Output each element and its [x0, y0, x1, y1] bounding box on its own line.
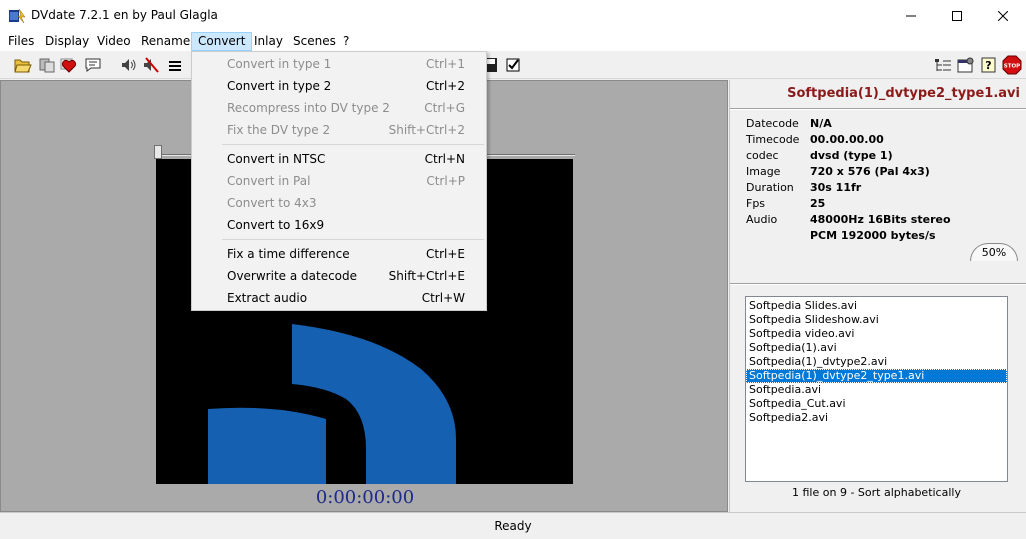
menu-item-convert-type2[interactable]: Convert in type 2 Ctrl+2 — [193, 75, 485, 97]
menu-inlay[interactable]: Inlay — [247, 32, 290, 51]
menu-video[interactable]: Video — [90, 32, 138, 51]
close-icon — [998, 10, 1008, 21]
menu-convert[interactable]: Convert — [191, 32, 253, 51]
maximize-icon — [952, 10, 962, 21]
menu-separator — [222, 144, 484, 145]
tree-view-icon — [935, 59, 951, 71]
file-list-item[interactable]: Softpedia(1)_dvtype2_type1.avi — [746, 369, 1007, 383]
open-button[interactable] — [12, 54, 34, 76]
folder-open-icon — [14, 59, 32, 73]
menu-item-overwrite-datecode[interactable]: Overwrite a datecode Shift+Ctrl+E — [193, 265, 485, 287]
file-list-item[interactable]: Softpedia(1)_dvtype2.avi — [746, 355, 1007, 369]
menu-item-convert-16x9[interactable]: Convert to 16x9 — [193, 214, 485, 236]
convert-menu-dropdown: Convert in type 1 Ctrl+1 Convert in type… — [191, 51, 487, 311]
audio-button[interactable] — [118, 54, 140, 76]
file-list-item[interactable]: Softpedia Slides.avi — [746, 299, 1007, 313]
file-list-status: 1 file on 9 - Sort alphabetically — [792, 486, 961, 499]
favorite-button[interactable] — [58, 54, 80, 76]
minimize-button[interactable] — [888, 0, 934, 31]
separator — [730, 283, 1026, 285]
svg-text:?: ? — [985, 59, 991, 72]
check-button[interactable] — [502, 54, 524, 76]
heart-icon — [60, 58, 77, 73]
status-text: Ready — [494, 519, 532, 533]
stop-button[interactable]: STOP — [1001, 54, 1023, 76]
stop-sign-icon: STOP — [1002, 55, 1022, 75]
file-list-item[interactable]: Softpedia.avi — [746, 383, 1007, 397]
menu-item-fix-time-difference[interactable]: Fix a time difference Ctrl+E — [193, 243, 485, 265]
zoom-level-button[interactable]: 50% — [970, 243, 1018, 261]
current-filename: Softpedia(1)_dvtype2_type1.avi — [787, 86, 1020, 101]
list-icon — [169, 61, 181, 71]
timecode-display: 0:00:00:00 — [315, 487, 415, 508]
menu-files[interactable]: Files — [1, 32, 41, 51]
menu-item-convert-4x3[interactable]: Convert to 4x3 — [193, 192, 485, 214]
toolbar: ? STOP — [0, 51, 1026, 79]
file-list-item[interactable]: Softpedia(1).avi — [746, 341, 1007, 355]
app-icon — [9, 8, 26, 24]
window-title: DVdate 7.2.1 en by Paul Glagla — [31, 8, 218, 22]
speech-bubble-icon — [85, 58, 101, 72]
comment-button[interactable] — [82, 54, 104, 76]
list-button[interactable] — [164, 54, 186, 76]
file-list-item[interactable]: Softpedia2.avi — [746, 411, 1007, 425]
menu-item-convert-type1[interactable]: Convert in type 1 Ctrl+1 — [193, 53, 485, 75]
help-button[interactable]: ? — [978, 54, 1000, 76]
slider-thumb[interactable] — [154, 145, 162, 159]
menu-display[interactable]: Display — [38, 32, 96, 51]
close-button[interactable] — [980, 0, 1026, 31]
separator — [730, 108, 1026, 110]
settings-button[interactable] — [955, 54, 977, 76]
menu-rename[interactable]: Rename — [134, 32, 197, 51]
menu-item-fix-dv2[interactable]: Fix the DV type 2 Shift+Ctrl+2 — [193, 119, 485, 141]
file-list-item[interactable]: Softpedia Slideshow.avi — [746, 313, 1007, 327]
speaker-icon — [122, 59, 136, 71]
menu-separator — [222, 239, 484, 240]
svg-text:STOP: STOP — [1004, 64, 1020, 70]
copy-icon — [39, 58, 55, 73]
file-list-item[interactable]: Softpedia video.avi — [746, 327, 1007, 341]
menu-item-extract-audio[interactable]: Extract audio Ctrl+W — [193, 287, 485, 309]
menu-scenes[interactable]: Scenes — [286, 32, 343, 51]
title-bar: DVdate 7.2.1 en by Paul Glagla — [0, 0, 1026, 31]
file-list[interactable]: Softpedia Slides.avi Softpedia Slideshow.… — [745, 296, 1008, 482]
file-list-item[interactable]: Softpedia_Cut.avi — [746, 397, 1007, 411]
help-icon: ? — [981, 57, 996, 73]
status-bar: Ready — [0, 512, 1026, 539]
menu-item-recompress-dv2[interactable]: Recompress into DV type 2 Ctrl+G — [193, 97, 485, 119]
mute-icon — [144, 57, 159, 73]
settings-window-icon — [957, 57, 974, 73]
copy-button[interactable] — [36, 54, 58, 76]
menu-item-convert-ntsc[interactable]: Convert in NTSC Ctrl+N — [193, 148, 485, 170]
menu-bar: Files Display Video Rename Convert Inlay… — [0, 31, 1026, 51]
minimize-icon — [906, 15, 916, 16]
checkbox-icon — [506, 58, 520, 72]
tree-button[interactable] — [932, 54, 954, 76]
menu-help[interactable]: ? — [336, 32, 356, 51]
mute-button[interactable] — [140, 54, 162, 76]
menu-item-convert-pal[interactable]: Convert in Pal Ctrl+P — [193, 170, 485, 192]
maximize-button[interactable] — [934, 0, 980, 31]
